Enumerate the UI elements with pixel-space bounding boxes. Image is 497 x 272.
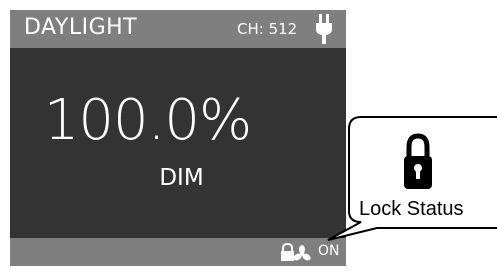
lock-status-label: Lock Status xyxy=(359,198,464,220)
padlock-icon xyxy=(404,133,432,189)
